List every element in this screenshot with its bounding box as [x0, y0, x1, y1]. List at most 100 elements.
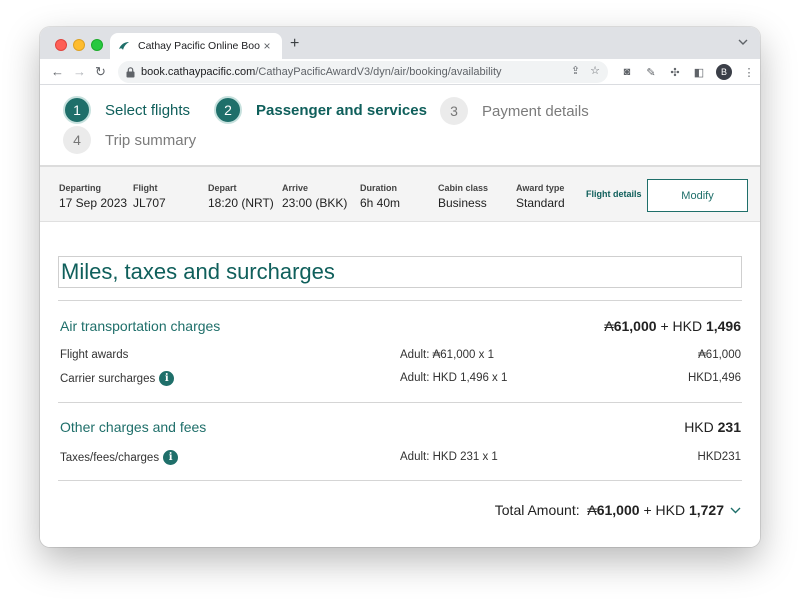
total-plus: + HKD	[643, 502, 686, 518]
air-charges-title: Air transportation charges	[60, 318, 221, 334]
lock-icon	[126, 66, 135, 77]
duration-label: Duration	[360, 183, 397, 193]
other-total-currency: HKD	[684, 419, 714, 435]
step-number: 3	[440, 97, 468, 125]
row-label-text: Flight awards	[60, 349, 129, 361]
total-miles: 61,000	[596, 502, 640, 518]
cathay-favicon-icon	[119, 42, 129, 50]
step-label: Passenger and services	[256, 101, 427, 119]
step-number: 1	[63, 96, 91, 124]
total-amount-line[interactable]: Total Amount: ₳ 61,000 + HKD 1,727	[495, 502, 741, 518]
divider	[58, 480, 742, 481]
step-label: Select flights	[105, 101, 191, 119]
arrive-value: 23:00 (BKK)	[282, 196, 348, 210]
carrier-surcharges-amount: HKD1,496	[687, 372, 741, 384]
other-charges-total: HKD 231	[684, 419, 741, 435]
total-hkd: 1,727	[688, 502, 724, 518]
cabin-class-label: Cabin class	[438, 183, 489, 193]
url-path: /CathayPacificAwardV3/dyn/air/booking/av…	[255, 66, 502, 78]
charges-panel: Miles, taxes and surcharges Air transpor…	[40, 222, 760, 547]
bookmark-star-icon[interactable]: ☆	[590, 64, 600, 77]
taxes-fees-label: Taxes/fees/charges i	[60, 450, 179, 465]
depart-label: Depart	[208, 183, 237, 193]
tab-strip: Cathay Pacific Online Booking × +	[40, 27, 760, 59]
flight-field: Flight JL707	[133, 183, 166, 210]
cabin-class-value: Business	[438, 196, 487, 210]
step-payment-details: 3 Payment details	[440, 97, 589, 125]
browser-tab[interactable]: Cathay Pacific Online Booking ×	[110, 33, 282, 59]
taxes-fees-detail: Adult: HKD 231 x 1	[400, 451, 498, 463]
taxes-fees-amount: HKD231	[697, 451, 741, 463]
minimize-window-button[interactable]	[73, 39, 85, 51]
row-label-text: Taxes/fees/charges	[60, 451, 160, 464]
info-icon[interactable]: i	[159, 371, 175, 386]
forward-icon[interactable]: →	[73, 63, 86, 81]
section-title: Miles, taxes and surcharges	[61, 259, 335, 284]
divider	[58, 402, 742, 403]
award-type-value: Standard	[516, 196, 565, 210]
close-window-button[interactable]	[55, 39, 67, 51]
browser-window: Cathay Pacific Online Booking × + ← → ↻ …	[40, 27, 760, 547]
carrier-surcharges-detail: Adult: HKD 1,496 x 1	[400, 372, 508, 384]
share-icon[interactable]: ⇪	[571, 64, 580, 77]
other-charges-title: Other charges and fees	[60, 419, 207, 435]
miles-symbol: ₳	[604, 318, 614, 334]
browser-toolbar: ← → ↻ book.cathaypacific.com/CathayPacif…	[40, 59, 760, 85]
step-label: Trip summary	[105, 131, 197, 149]
step-select-flights[interactable]: 1 Select flights	[63, 96, 190, 124]
url-text: book.cathaypacific.com/CathayPacificAwar…	[141, 66, 502, 78]
depart-value: 18:20 (NRT)	[208, 196, 274, 210]
award-type-label: Award type	[516, 183, 565, 193]
profile-avatar[interactable]: B	[716, 64, 732, 80]
total-label: Total Amount:	[494, 502, 580, 518]
duration-value: 6h 40m	[360, 196, 401, 210]
chevron-down-icon[interactable]	[730, 507, 741, 514]
award-type-field: Award type Standard	[516, 183, 565, 210]
flight-value: JL707	[133, 196, 166, 210]
other-total-hkd: 231	[717, 419, 741, 435]
section-title-box: Miles, taxes and surcharges	[58, 256, 742, 288]
url-host: book.cathaypacific.com	[141, 66, 256, 78]
flight-summary-bar: Departing 17 Sep 2023 Flight JL707 Depar…	[40, 165, 760, 222]
duration-field: Duration 6h 40m	[360, 183, 400, 210]
air-total-plus: + HKD	[660, 318, 703, 334]
cabin-class-field: Cabin class Business	[438, 183, 488, 210]
puzzle-extensions-icon[interactable]: ✣	[668, 66, 682, 79]
address-bar[interactable]: book.cathaypacific.com/CathayPacificAwar…	[118, 61, 608, 83]
carrier-surcharges-label: Carrier surcharges i	[60, 371, 175, 386]
camera-extension-icon[interactable]: ◙	[620, 66, 634, 78]
step-number: 4	[63, 126, 91, 154]
flight-awards-label: Flight awards	[60, 349, 128, 361]
kebab-menu-icon[interactable]: ⋮	[742, 66, 756, 79]
flight-label: Flight	[133, 183, 158, 193]
tab-search-chevron-icon[interactable]	[738, 37, 748, 49]
eyedropper-extension-icon[interactable]: ✎	[644, 66, 658, 79]
back-icon[interactable]: ←	[51, 63, 64, 81]
flight-awards-detail: Adult: ₳61,000 x 1	[400, 349, 494, 361]
sidepanel-icon[interactable]: ◧	[692, 66, 706, 79]
modify-button[interactable]: Modify	[647, 179, 748, 212]
miles-symbol: ₳	[587, 502, 597, 518]
depart-field: Depart 18:20 (NRT)	[208, 183, 274, 210]
step-label: Payment details	[482, 102, 589, 120]
departing-label: Departing	[59, 183, 102, 193]
divider	[58, 300, 742, 301]
departing-field: Departing 17 Sep 2023	[59, 183, 127, 210]
air-total-miles: 61,000	[613, 318, 657, 334]
air-total-hkd: 1,496	[705, 318, 741, 334]
close-tab-icon[interactable]: ×	[260, 39, 274, 53]
step-number: 2	[214, 96, 242, 124]
air-charges-total: ₳61,000 + HKD 1,496	[604, 318, 741, 334]
booking-page: 1 Select flights 2 Passenger and service…	[40, 85, 760, 547]
reload-icon[interactable]: ↻	[95, 63, 106, 81]
arrive-label: Arrive	[282, 183, 309, 193]
departing-value: 17 Sep 2023	[59, 196, 128, 210]
new-tab-button[interactable]: +	[290, 35, 299, 53]
arrive-field: Arrive 23:00 (BKK)	[282, 183, 347, 210]
flight-details-link[interactable]: Flight details	[586, 189, 642, 199]
step-trip-summary: 4 Trip summary	[63, 126, 196, 154]
maximize-window-button[interactable]	[91, 39, 103, 51]
info-icon[interactable]: i	[163, 450, 179, 465]
tab-title: Cathay Pacific Online Booking	[138, 40, 260, 52]
row-label-text: Carrier surcharges	[60, 372, 156, 385]
